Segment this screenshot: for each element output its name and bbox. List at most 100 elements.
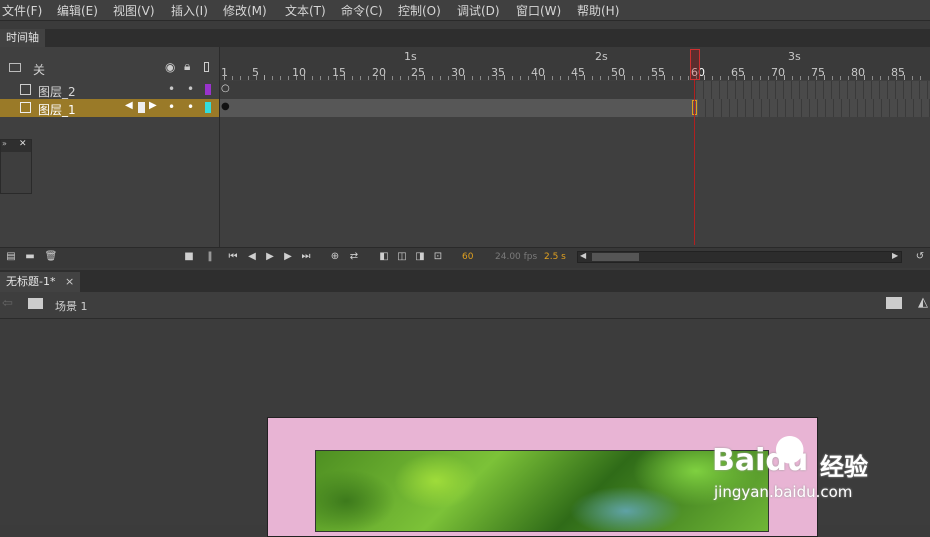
prev-keyframe-icon[interactable]: ◀ — [125, 100, 133, 111]
scroll-right-icon[interactable]: ▶ — [892, 251, 898, 260]
camera-icon[interactable]: ■ — [182, 250, 196, 264]
frame-number: 45 — [571, 66, 585, 79]
go-first-frame-icon[interactable]: ⏮ — [226, 250, 240, 264]
document-tab-strip — [0, 270, 930, 292]
menu-text[interactable]: 文本(T) — [285, 2, 326, 19]
menu-window[interactable]: 窗口(W) — [516, 2, 561, 19]
playhead-handle[interactable] — [690, 49, 700, 80]
layer-header-label: 关 — [33, 63, 46, 77]
ruler-tick — [392, 76, 393, 80]
menu-control[interactable]: 控制(O) — [398, 2, 441, 19]
keyframe-toggle-icon[interactable] — [138, 102, 145, 113]
lock-dot-icon[interactable]: • — [187, 82, 194, 96]
ruler-tick — [704, 75, 705, 80]
ruler-tick — [336, 76, 337, 80]
ruler-tick — [640, 76, 641, 80]
ruler-tick — [224, 75, 225, 80]
ruler-tick — [744, 75, 745, 80]
menu-modify[interactable]: 修改(M) — [223, 2, 267, 19]
ruler-tick — [408, 76, 409, 80]
ruler-tick — [272, 76, 273, 80]
menu-edit[interactable]: 编辑(E) — [57, 2, 98, 19]
back-arrow-icon[interactable]: ⇦ — [2, 296, 13, 311]
center-frame-icon[interactable]: ⊕ — [328, 250, 342, 264]
visibility-dot-icon[interactable]: • — [168, 82, 175, 96]
close-tab-icon[interactable]: × — [65, 275, 74, 288]
scene-clapper-icon — [28, 298, 43, 309]
scroll-left-icon[interactable]: ◀ — [580, 251, 586, 260]
delete-layer-icon[interactable]: 🗑︎ — [44, 250, 58, 264]
menu-file[interactable]: 文件(F) — [2, 2, 42, 19]
outline-icon[interactable] — [204, 62, 209, 72]
layer-color-swatch[interactable] — [205, 102, 211, 113]
empty-frames-region[interactable] — [698, 99, 930, 117]
frame-number: 40 — [531, 66, 545, 79]
next-keyframe-icon[interactable]: ▶ — [149, 100, 157, 111]
onion-skin-outline-icon[interactable]: ◫ — [395, 250, 409, 264]
modify-markers-icon[interactable]: ⊡ — [431, 250, 445, 264]
edit-scene-icon[interactable] — [886, 297, 902, 309]
watermark-url: jingyan.baidu.com — [714, 483, 853, 501]
frame-ruler[interactable]: 1s 2s 3s 1 5 10 15 20 25 30 35 40 45 50 … — [220, 47, 930, 80]
step-back-icon[interactable]: ◀ — [245, 250, 259, 264]
ruler-tick — [240, 76, 241, 80]
show-all-layers-icon[interactable] — [9, 63, 21, 72]
layer-name[interactable]: 图层_1 — [38, 101, 76, 118]
ruler-tick — [648, 76, 649, 80]
ruler-tick — [832, 76, 833, 80]
menu-insert[interactable]: 插入(I) — [171, 2, 208, 19]
empty-keyframe-icon[interactable]: ○ — [221, 83, 230, 94]
lock-dot-icon[interactable]: • — [187, 100, 194, 114]
eye-icon[interactable]: ◉ — [165, 60, 175, 74]
ruler-tick — [488, 76, 489, 80]
tab-timeline[interactable]: 时间轴 — [0, 29, 45, 47]
edit-multiple-frames-icon[interactable]: ◨ — [413, 250, 427, 264]
horizontal-scrollbar[interactable]: ◀ ▶ — [577, 251, 902, 263]
menu-debug[interactable]: 调试(D) — [457, 2, 500, 19]
current-frame-value[interactable]: 60 — [462, 252, 473, 262]
step-forward-icon[interactable]: ▶ — [281, 250, 295, 264]
layer-row-2[interactable]: 图层_2 • • — [0, 81, 219, 99]
collapsed-panel[interactable]: » ✕ — [0, 139, 32, 194]
ruler-tick — [808, 76, 809, 80]
keyframe-icon[interactable]: ● — [221, 101, 230, 112]
bitmap-image[interactable] — [315, 450, 769, 532]
new-layer-icon[interactable]: ▤ — [4, 250, 18, 264]
empty-frames-region[interactable] — [696, 81, 930, 99]
frames-row-layer-2[interactable]: ○ — [220, 81, 930, 99]
ruler-tick — [680, 76, 681, 80]
frames-row-layer-1[interactable]: ● — [220, 99, 930, 117]
ruler-tick — [504, 75, 505, 80]
expand-icon[interactable]: » — [2, 139, 7, 148]
layer-color-swatch[interactable] — [205, 84, 211, 95]
onion-skin-icon[interactable]: ◧ — [377, 250, 391, 264]
play-icon[interactable]: ▶ — [263, 250, 277, 264]
menu-view[interactable]: 视图(V) — [113, 2, 155, 19]
elapsed-time-value[interactable]: 2.5 s — [544, 252, 566, 262]
new-folder-icon[interactable]: ▬ — [23, 250, 37, 264]
edit-symbols-icon[interactable]: ◭ — [918, 295, 928, 310]
timeline-tab-strip — [0, 29, 930, 47]
visibility-dot-icon[interactable]: • — [168, 100, 175, 114]
tab-document[interactable]: 无标题-1* × — [0, 272, 81, 292]
layer-icon — [20, 84, 31, 95]
scene-label[interactable]: 场景 1 — [55, 298, 88, 314]
layer-name[interactable]: 图层_2 — [38, 83, 76, 100]
ruler-tick — [456, 76, 457, 80]
menu-help[interactable]: 帮助(H) — [577, 2, 619, 19]
fps-value[interactable]: 24.00 fps — [495, 252, 537, 262]
ruler-tick — [528, 76, 529, 80]
ruler-tick — [424, 75, 425, 80]
lock-icon[interactable]: 🔒︎ — [184, 59, 190, 74]
ruler-tick — [664, 75, 665, 80]
document-title[interactable]: 无标题-1* — [6, 275, 55, 288]
close-icon[interactable]: ✕ — [19, 139, 27, 149]
loop-icon[interactable]: ⇄ — [347, 250, 361, 264]
menu-commands[interactable]: 命令(C) — [341, 2, 383, 19]
go-last-frame-icon[interactable]: ⏭ — [299, 250, 313, 264]
sync-icon[interactable]: ↺ — [913, 250, 927, 264]
layer-row-1[interactable]: 图层_1 ◀ ▶ • • — [0, 99, 219, 117]
ruler-tick — [840, 76, 841, 80]
ruler-tick — [688, 76, 689, 80]
scrollbar-thumb[interactable] — [592, 253, 639, 261]
